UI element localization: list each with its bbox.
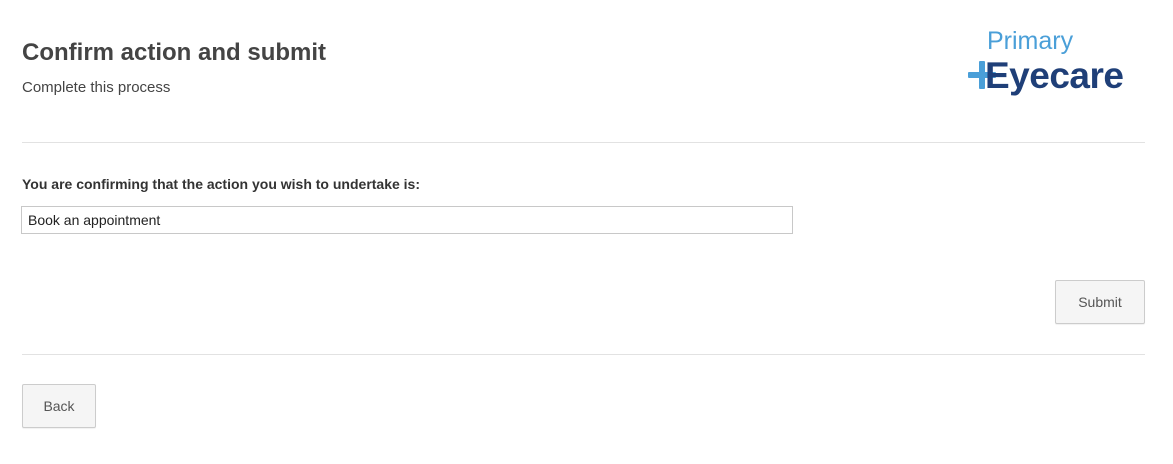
action-field[interactable] (21, 206, 793, 234)
action-field-label: You are confirming that the action you w… (22, 176, 421, 192)
divider (22, 354, 1145, 355)
page-title: Confirm action and submit (22, 39, 327, 66)
divider (22, 142, 1145, 143)
back-button[interactable]: Back (22, 384, 96, 428)
logo-text-eyecare: Eyecare (985, 55, 1124, 96)
page-header: Confirm action and submit Complete this … (22, 38, 326, 97)
page-subtitle: Complete this process (22, 79, 171, 96)
logo-text-primary: Primary (987, 27, 1074, 55)
primary-eyecare-logo: Primary Eyecare (968, 26, 1138, 106)
submit-button[interactable]: Submit (1055, 280, 1145, 324)
